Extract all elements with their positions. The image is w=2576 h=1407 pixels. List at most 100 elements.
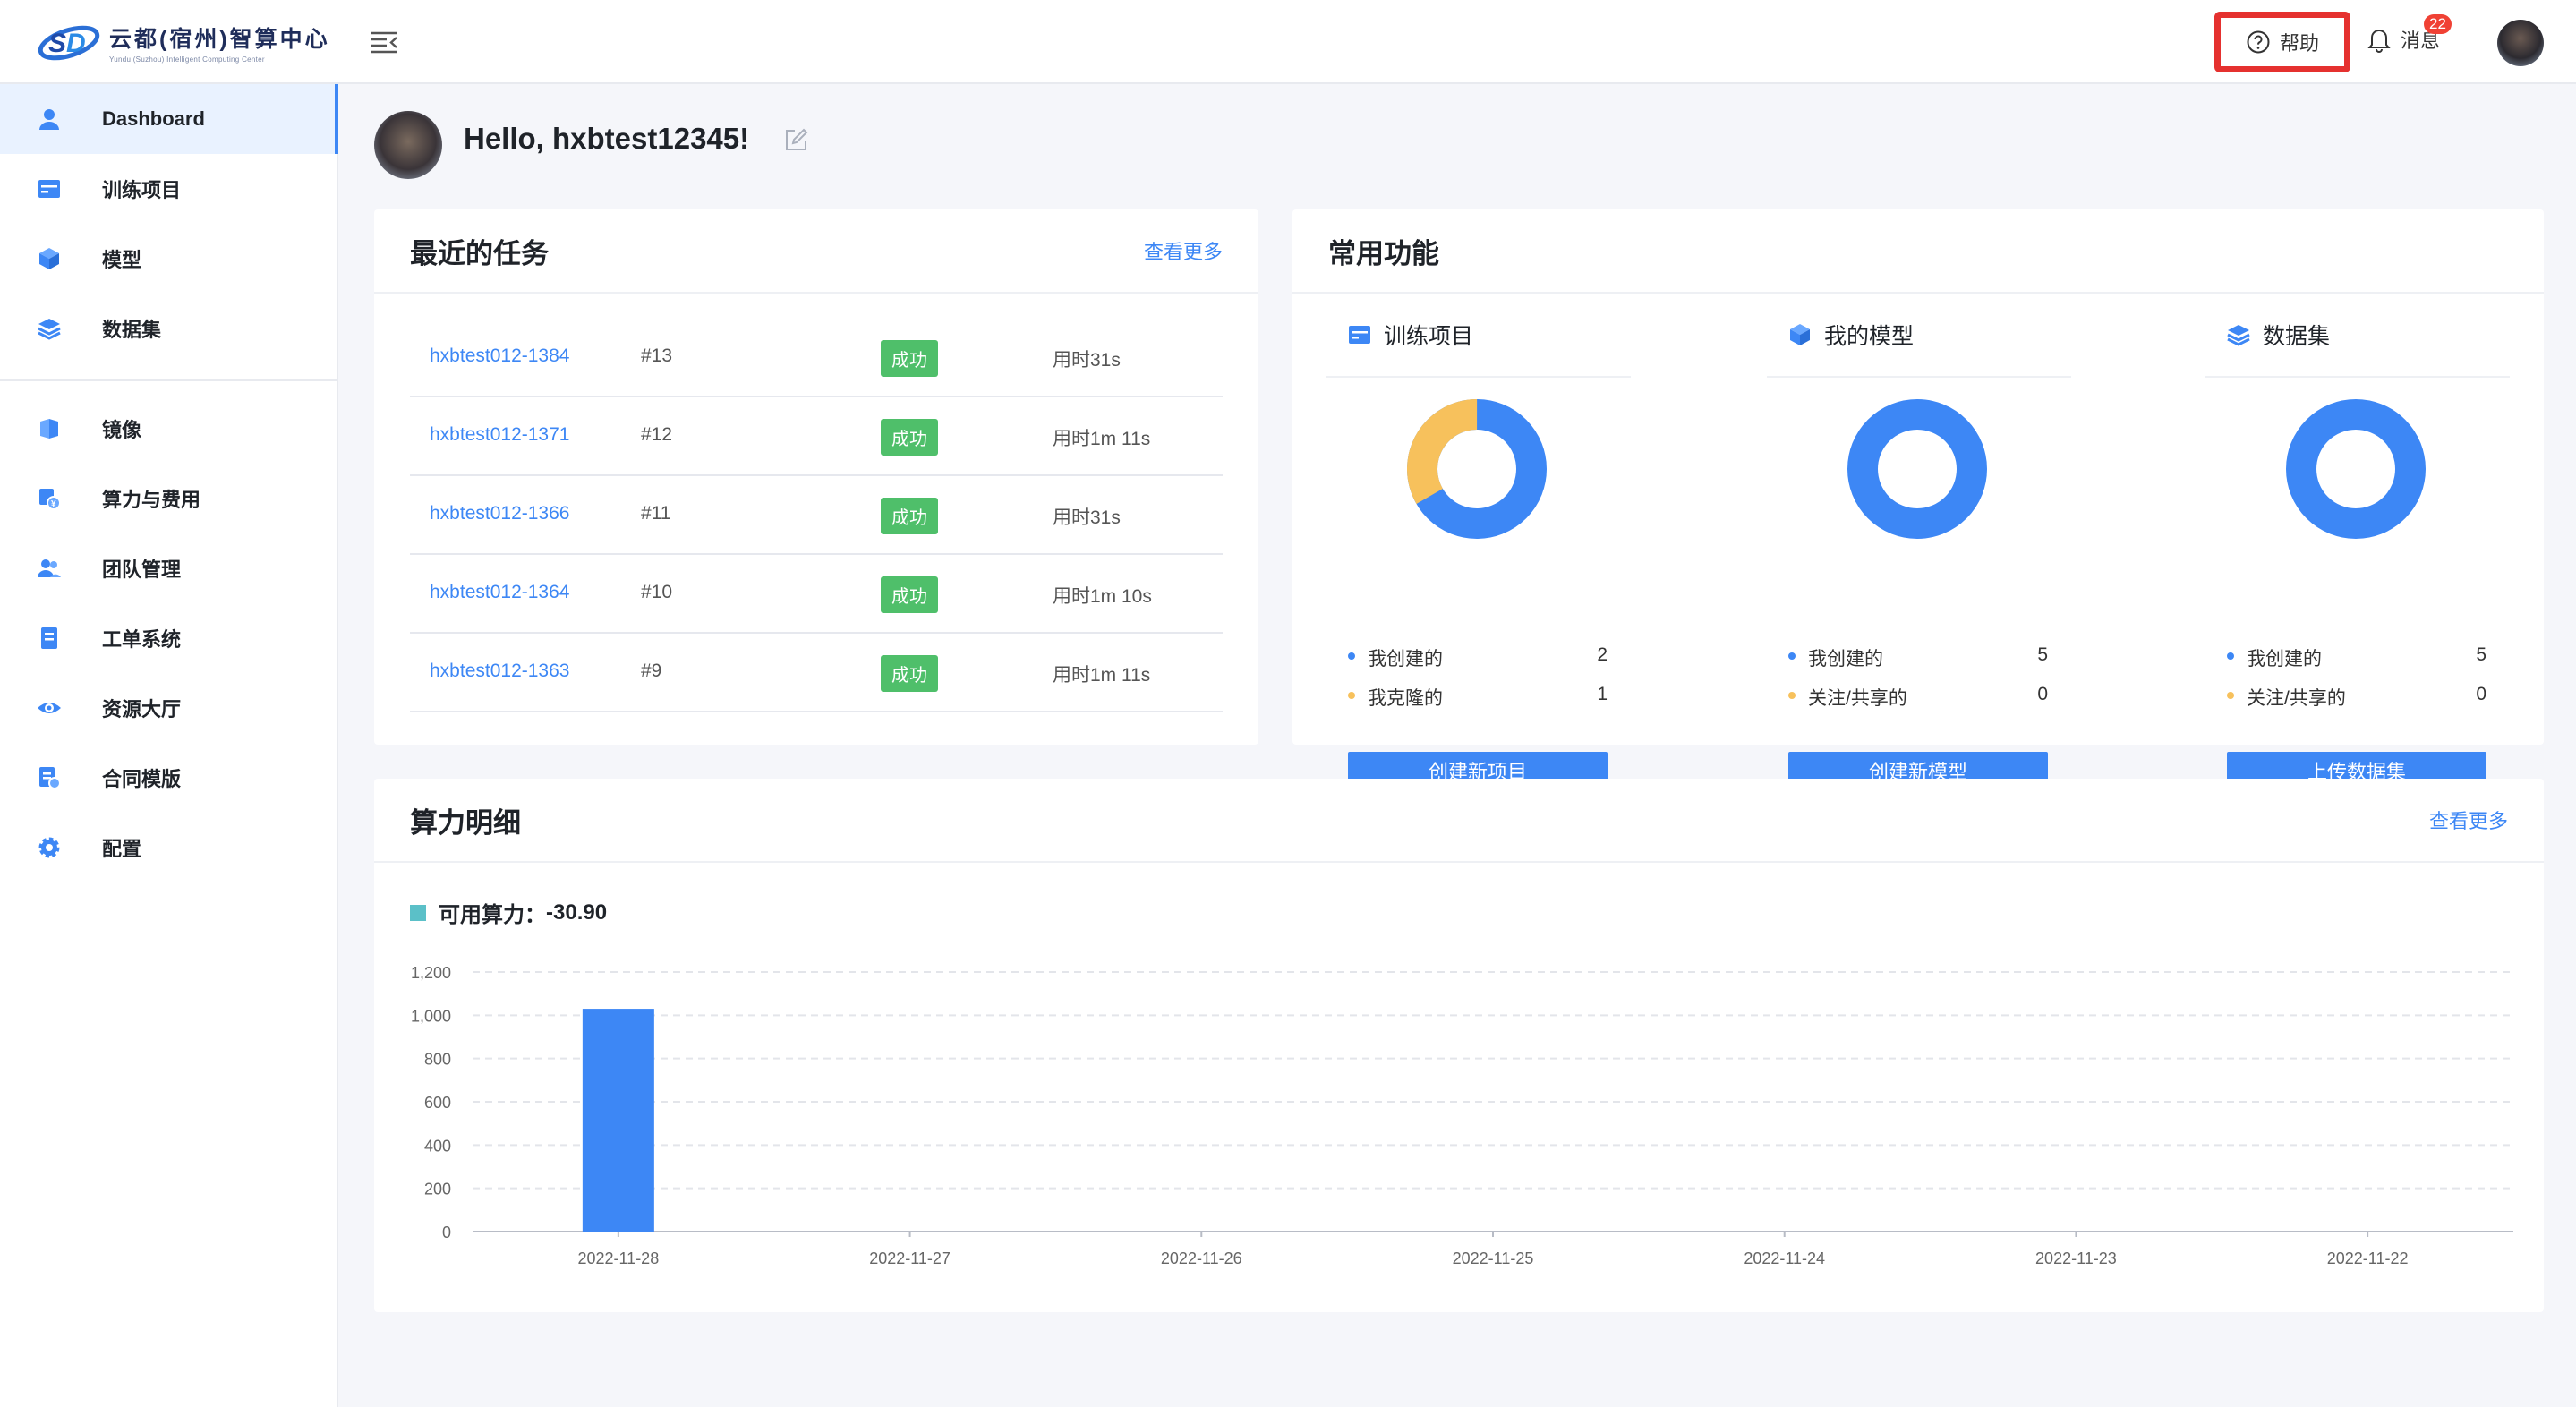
task-name-link[interactable]: hxbtest012-1384 bbox=[430, 345, 569, 367]
task-number: #11 bbox=[641, 503, 671, 524]
available-compute: 可用算力： -30.90 bbox=[410, 897, 607, 928]
messages-button[interactable]: 消息 22 bbox=[2367, 14, 2452, 54]
compute-more-link[interactable]: 查看更多 bbox=[2429, 806, 2508, 834]
sidebar-item-label: 镜像 bbox=[102, 419, 142, 441]
legend-value: 1 bbox=[1597, 684, 1608, 704]
logo-subtitle: Yundu (Suzhou) Intelligent Computing Cen… bbox=[109, 55, 265, 64]
legend-square bbox=[410, 904, 426, 921]
project-icon bbox=[1346, 321, 1373, 348]
help-button[interactable]: 帮助 bbox=[2214, 12, 2350, 72]
sidebar-item-tickets[interactable]: 工单系统 bbox=[0, 603, 338, 673]
function-header: 我的模型 bbox=[1767, 294, 2071, 378]
legend-dot bbox=[2227, 652, 2234, 660]
y-tick-label: 200 bbox=[424, 1181, 451, 1198]
task-duration: 用时1m 11s bbox=[1053, 429, 1151, 449]
task-duration: 用时31s bbox=[1053, 507, 1121, 528]
y-tick-label: 400 bbox=[424, 1137, 451, 1155]
cube-icon bbox=[1787, 321, 1813, 348]
menu-collapse-icon[interactable] bbox=[369, 27, 399, 57]
user-avatar[interactable] bbox=[2497, 20, 2544, 66]
status-badge: 成功 bbox=[881, 419, 938, 456]
messages-badge: 22 bbox=[2424, 14, 2452, 34]
common-functions-title: 常用功能 bbox=[1328, 237, 1439, 269]
task-number: #10 bbox=[641, 582, 673, 602]
legend-dot bbox=[2227, 692, 2234, 699]
legend-value: 5 bbox=[2037, 644, 2048, 665]
sidebar-item-label: 团队管理 bbox=[102, 559, 182, 581]
status-badge: 成功 bbox=[881, 340, 938, 377]
svg-text:S: S bbox=[48, 29, 66, 58]
legend-label: 关注/共享的 bbox=[1808, 688, 1907, 709]
sidebar-item-team[interactable]: 团队管理 bbox=[0, 533, 338, 603]
x-tick-label: 2022-11-27 bbox=[869, 1249, 951, 1267]
legend-label: 我创建的 bbox=[1368, 649, 1443, 669]
task-row[interactable]: hxbtest012-1363 #9 成功 用时1m 11s bbox=[410, 634, 1223, 712]
function-column-datasets: 数据集 我创建的 5 关注/共享的 0 上传数据集 bbox=[2205, 294, 2510, 789]
legend-value: 0 bbox=[2476, 684, 2486, 704]
compute-bar-chart: 0 200 400 600 800 1,000 1,200 2022-11-28 2022-11… bbox=[411, 964, 2513, 1267]
task-number: #13 bbox=[641, 345, 673, 366]
sidebar-item-resources[interactable]: 资源大厅 bbox=[0, 673, 338, 743]
sidebar-item-label: 算力与费用 bbox=[102, 489, 201, 511]
sidebar: Dashboard 训练项目 模型 数据集 镜像 ¥ 算力与费用 团队管理 工单… bbox=[0, 84, 338, 1407]
recent-tasks-title: 最近的任务 bbox=[410, 237, 549, 269]
edit-icon[interactable] bbox=[782, 127, 809, 154]
task-duration: 用时31s bbox=[1053, 350, 1121, 371]
task-row[interactable]: hxbtest012-1366 #11 成功 用时31s bbox=[410, 476, 1223, 555]
layers-icon bbox=[34, 313, 64, 344]
layers-icon bbox=[2225, 321, 2252, 348]
sidebar-item-models[interactable]: 模型 bbox=[0, 224, 338, 294]
training-donut-chart bbox=[1407, 399, 1547, 539]
y-tick-label: 1,000 bbox=[411, 1007, 451, 1025]
logo[interactable]: S D 云都(宿州)智算中心 Yundu (Suzhou) Intelligen… bbox=[36, 16, 330, 68]
sidebar-item-dashboard[interactable]: Dashboard bbox=[0, 84, 338, 154]
sidebar-item-label: 资源大厅 bbox=[102, 698, 182, 721]
task-name-link[interactable]: hxbtest012-1371 bbox=[430, 424, 569, 446]
function-column-models: 我的模型 我创建的 5 关注/共享的 0 创建新模型 bbox=[1767, 294, 2071, 789]
task-row[interactable]: hxbtest012-1364 #10 成功 用时1m 10s bbox=[410, 555, 1223, 634]
task-row[interactable]: hxbtest012-1384 #13 成功 用时31s bbox=[410, 319, 1223, 397]
task-name-link[interactable]: hxbtest012-1366 bbox=[430, 503, 569, 524]
x-tick-label: 2022-11-22 bbox=[2327, 1249, 2409, 1267]
question-circle-icon bbox=[2247, 30, 2270, 54]
help-label: 帮助 bbox=[2279, 32, 2319, 55]
sidebar-item-label: Dashboard bbox=[102, 107, 205, 130]
sidebar-item-contracts[interactable]: 合同模版 bbox=[0, 743, 338, 813]
x-tick-label: 2022-11-25 bbox=[1453, 1249, 1534, 1267]
common-functions-card: 常用功能 训练项目 我创建的 2 我克隆的 1 创建新项目 我的模型 我创建的 … bbox=[1292, 209, 2544, 789]
sidebar-item-billing[interactable]: ¥ 算力与费用 bbox=[0, 464, 338, 533]
task-row[interactable]: hxbtest012-1371 #12 成功 用时1m 11s bbox=[410, 397, 1223, 476]
legend-label: 关注/共享的 bbox=[2247, 688, 2346, 709]
recent-tasks-card: 最近的任务 查看更多 hxbtest012-1384 #13 成功 用时31s … bbox=[374, 209, 1258, 745]
svg-text:¥: ¥ bbox=[51, 499, 56, 509]
recent-tasks-more-link[interactable]: 查看更多 bbox=[1144, 236, 1223, 265]
gear-icon bbox=[34, 832, 64, 863]
legend-label: 我创建的 bbox=[1808, 649, 1883, 669]
task-name-link[interactable]: hxbtest012-1364 bbox=[430, 582, 569, 603]
compute-title: 算力明细 bbox=[410, 806, 521, 839]
available-compute-label: 可用算力： bbox=[439, 903, 546, 927]
function-header: 数据集 bbox=[2205, 294, 2510, 378]
eye-icon bbox=[34, 693, 64, 723]
task-number: #9 bbox=[641, 661, 662, 681]
sidebar-item-images[interactable]: 镜像 bbox=[0, 394, 338, 464]
sidebar-item-training[interactable]: 训练项目 bbox=[0, 154, 338, 224]
legend-value: 0 bbox=[2037, 684, 2048, 704]
logo-mark-icon: S D bbox=[36, 16, 102, 68]
bell-icon bbox=[2367, 30, 2391, 53]
sidebar-item-datasets[interactable]: 数据集 bbox=[0, 294, 338, 363]
function-column-training: 训练项目 我创建的 2 我克隆的 1 创建新项目 bbox=[1326, 294, 1631, 789]
task-name-link[interactable]: hxbtest012-1363 bbox=[430, 661, 569, 682]
available-compute-value: -30.90 bbox=[546, 900, 608, 925]
status-badge: 成功 bbox=[881, 576, 938, 613]
legend-dot bbox=[1788, 692, 1796, 699]
task-number: #12 bbox=[641, 424, 673, 445]
logo-title: 云都(宿州)智算中心 bbox=[109, 26, 330, 52]
legend-label: 我创建的 bbox=[2247, 649, 2322, 669]
function-title: 我的模型 bbox=[1824, 324, 1915, 349]
x-tick-label: 2022-11-24 bbox=[1744, 1249, 1825, 1267]
legend-label: 我克隆的 bbox=[1368, 688, 1443, 709]
x-tick-label: 2022-11-26 bbox=[1161, 1249, 1242, 1267]
sidebar-item-settings[interactable]: 配置 bbox=[0, 813, 338, 883]
sidebar-item-label: 模型 bbox=[102, 249, 142, 271]
